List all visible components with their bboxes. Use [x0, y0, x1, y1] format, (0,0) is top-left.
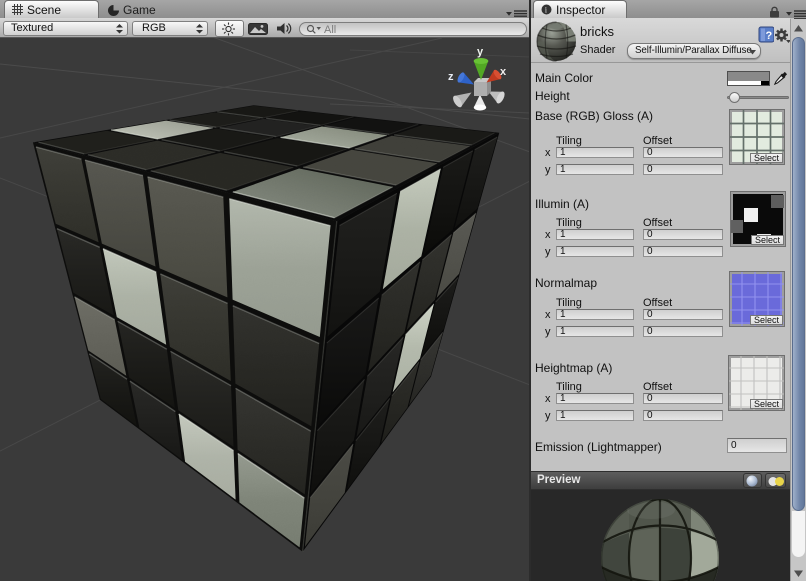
svg-text:?: ? — [766, 30, 773, 42]
svg-text:x: x — [500, 66, 507, 78]
svg-text:z: z — [448, 71, 454, 83]
svg-text:y: y — [477, 46, 484, 58]
